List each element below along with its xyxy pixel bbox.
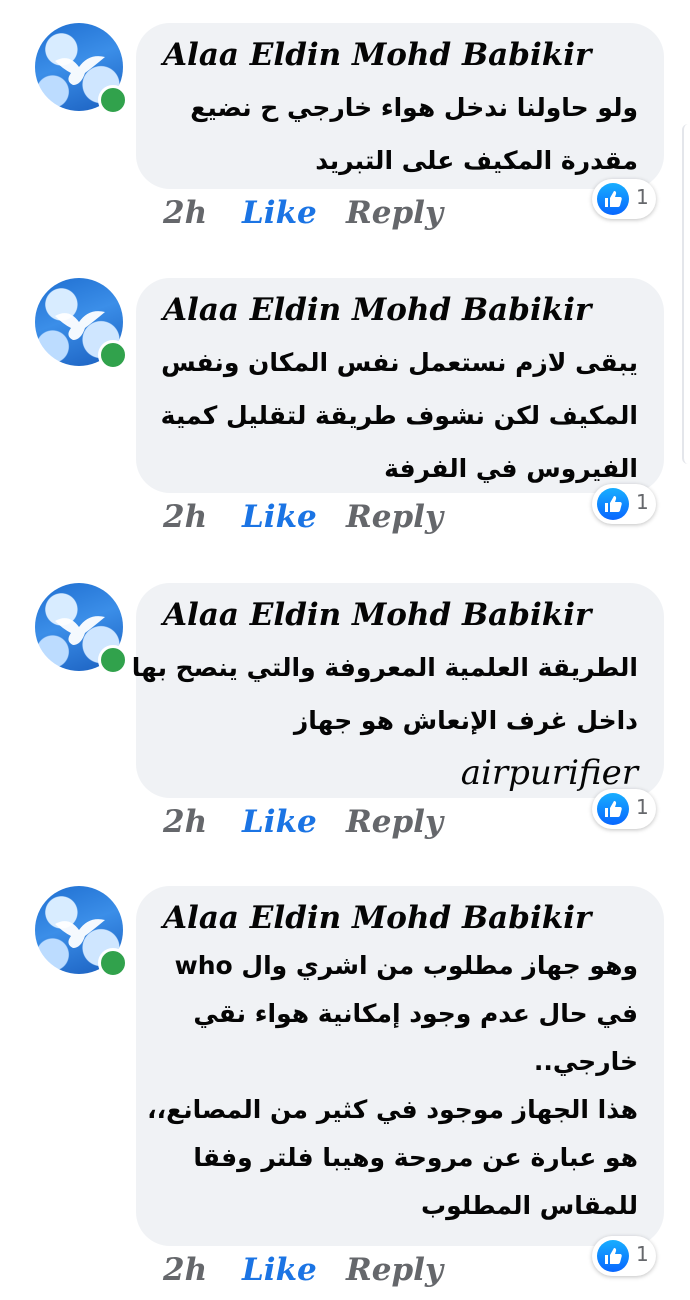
reply-button[interactable]: Reply (346, 195, 443, 231)
like-button[interactable]: Like (242, 1252, 317, 1288)
comment-line: داخل غرف الإنعاش هو جهاز (293, 706, 638, 735)
reaction-count: 1 (636, 490, 649, 514)
comment-line: مقدرة المكيف على التبريد (315, 146, 638, 175)
comment-line: المكيف لكن نشوف طريقة لتقليل كمية (160, 401, 638, 430)
reaction-count: 1 (636, 1242, 649, 1266)
comment-line: خارجي.. (533, 1047, 638, 1076)
like-icon (597, 1240, 629, 1272)
comment-item: Alaa Eldin Mohd Babikir ولو حاولنا ندخل … (0, 23, 690, 233)
reaction-badge[interactable]: 1 (592, 789, 656, 829)
comment-line: للمقاس المطلوب (420, 1191, 638, 1220)
comment-text: ولو حاولنا ندخل هواء خارجي ح نضيع مقدرة … (190, 81, 638, 187)
comment-timestamp[interactable]: 2h (163, 804, 207, 840)
comment-line: هو عبارة عن مروحة وهيبا فلتر وفقا (193, 1143, 638, 1172)
reaction-badge[interactable]: 1 (592, 179, 656, 219)
comment-line: وهو جهاز مطلوب من اشري وال who (174, 951, 638, 980)
like-button[interactable]: Like (242, 195, 317, 231)
comment-bubble: Alaa Eldin Mohd Babikir وهو جهاز مطلوب م… (136, 886, 664, 1246)
comment-bubble: Alaa Eldin Mohd Babikir الطريقة العلمية … (132, 583, 664, 798)
online-status-icon (98, 340, 128, 370)
comment-line: الطريقة العلمية المعروفة والتي ينصح بها (131, 653, 638, 682)
comment-author[interactable]: Alaa Eldin Mohd Babikir (163, 900, 591, 936)
comment-line: الفيروس في الفرفة (384, 454, 638, 483)
reaction-count: 1 (636, 185, 649, 209)
comment-timestamp[interactable]: 2h (163, 499, 207, 535)
online-status-icon (98, 948, 128, 978)
online-status-icon (98, 645, 128, 675)
like-button[interactable]: Like (242, 499, 317, 535)
comment-line: ولو حاولنا ندخل هواء خارجي ح نضيع (190, 93, 638, 122)
comment-line: في حال عدم وجود إمكانية هواء نقي (193, 999, 638, 1028)
comment-author[interactable]: Alaa Eldin Mohd Babikir (163, 597, 591, 633)
comment-timestamp[interactable]: 2h (163, 195, 207, 231)
reaction-count: 1 (636, 795, 649, 819)
comment-item: Alaa Eldin Mohd Babikir وهو جهاز مطلوب م… (0, 886, 690, 1296)
reply-button[interactable]: Reply (346, 804, 443, 840)
reaction-badge[interactable]: 1 (592, 484, 656, 524)
comment-timestamp[interactable]: 2h (163, 1252, 207, 1288)
like-icon (597, 488, 629, 520)
like-icon (597, 793, 629, 825)
online-status-icon (98, 85, 128, 115)
comment-item: Alaa Eldin Mohd Babikir الطريقة العلمية … (0, 583, 690, 848)
reply-button[interactable]: Reply (346, 499, 443, 535)
like-icon (597, 183, 629, 215)
comment-author[interactable]: Alaa Eldin Mohd Babikir (163, 292, 591, 328)
comment-text: وهو جهاز مطلوب من اشري وال who في حال عد… (147, 942, 638, 1230)
comment-text: الطريقة العلمية المعروفة والتي ينصح بها … (132, 641, 638, 800)
comment-line: هذا الجهاز موجود في كثير من المصانع،، (147, 1095, 638, 1124)
like-button[interactable]: Like (242, 804, 317, 840)
comment-bubble: Alaa Eldin Mohd Babikir يبقى لازم نستعمل… (136, 278, 664, 493)
reaction-badge[interactable]: 1 (592, 1236, 656, 1276)
comment-line: airpurifier (460, 753, 638, 793)
comment-text: يبقى لازم نستعمل نفس المكان ونفس المكيف … (161, 336, 638, 495)
reply-button[interactable]: Reply (346, 1252, 443, 1288)
comment-author[interactable]: Alaa Eldin Mohd Babikir (163, 37, 591, 73)
comment-item: Alaa Eldin Mohd Babikir يبقى لازم نستعمل… (0, 278, 690, 538)
comment-bubble: Alaa Eldin Mohd Babikir ولو حاولنا ندخل … (136, 23, 664, 189)
comment-line: يبقى لازم نستعمل نفس المكان ونفس (161, 348, 638, 377)
